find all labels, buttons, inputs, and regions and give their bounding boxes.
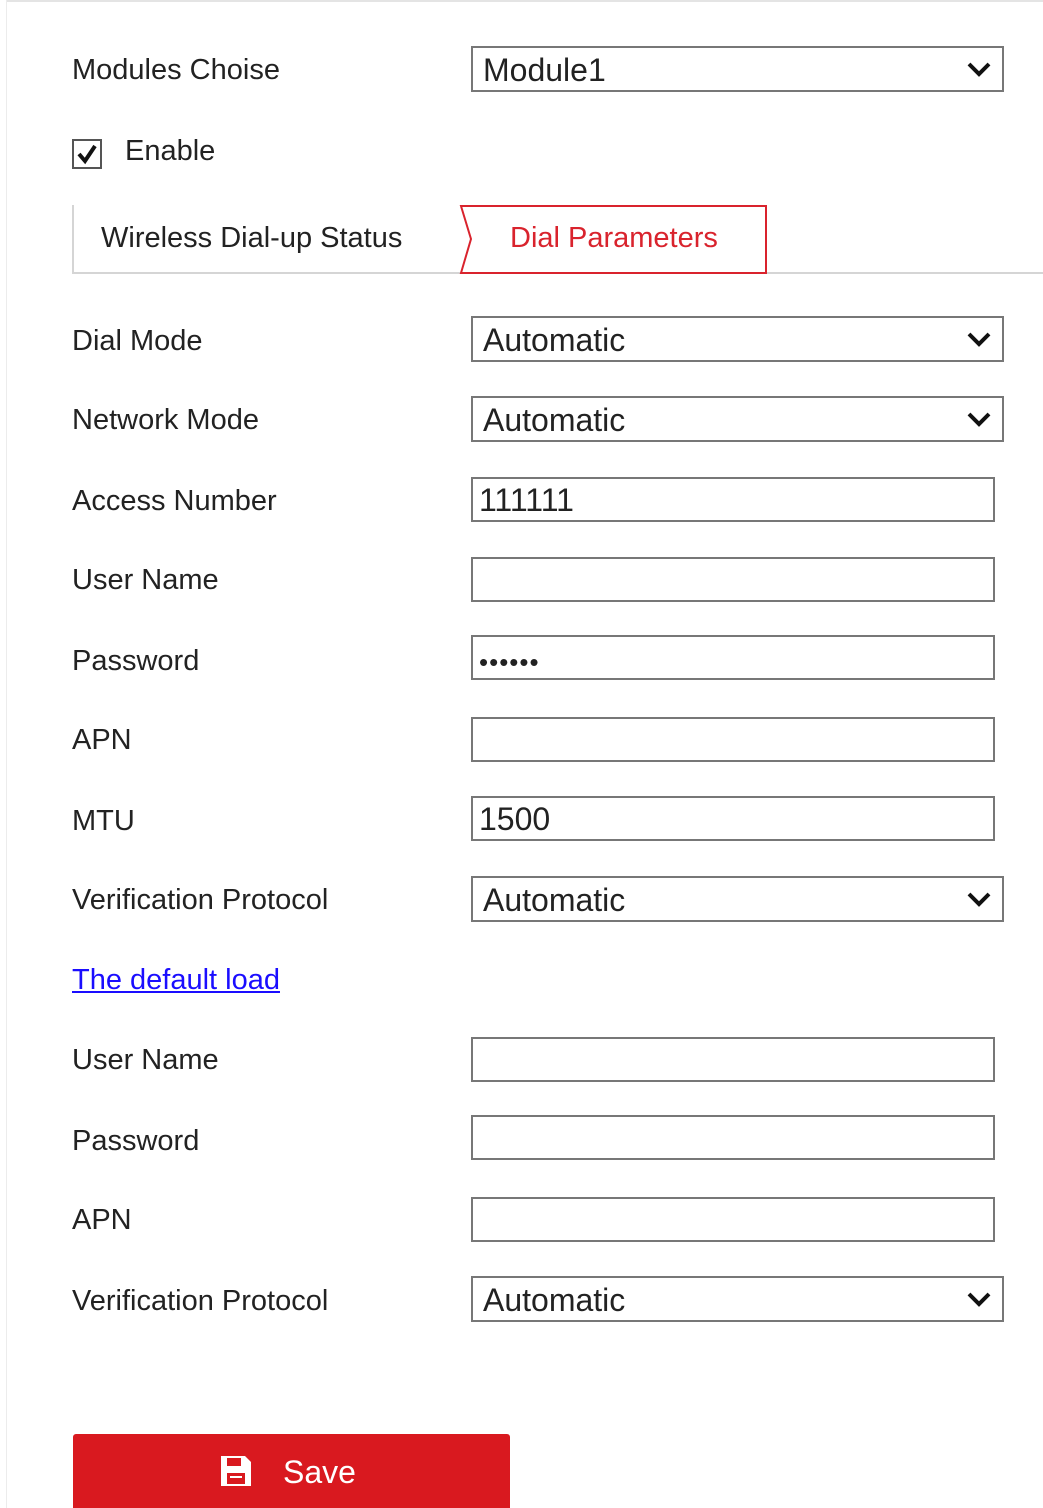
default-apn-input[interactable] — [471, 1197, 995, 1242]
default-user-name-label: User Name — [72, 1044, 219, 1076]
password-input[interactable]: •••••• — [471, 635, 995, 680]
dial-mode-select[interactable]: Automatic — [471, 316, 1004, 362]
verification-protocol-label: Verification Protocol — [72, 884, 329, 916]
mtu-input[interactable]: 1500 — [471, 796, 995, 841]
apn-input[interactable] — [471, 717, 995, 762]
save-button-label: Save — [283, 1454, 356, 1490]
default-user-name-input[interactable] — [471, 1037, 995, 1082]
tab-dial-parameters[interactable]: Dial Parameters — [458, 205, 768, 274]
password-label: Password — [72, 645, 200, 677]
floppy-disk-icon — [221, 1456, 251, 1486]
verification-protocol-value: Automatic — [483, 882, 626, 918]
access-number-label: Access Number — [72, 485, 277, 517]
modules-select[interactable]: Module1 — [471, 46, 1004, 92]
checkmark-icon — [77, 144, 97, 165]
apn-label: APN — [72, 724, 132, 756]
tab-bar: Wireless Dial-up Status Dial Parameters — [72, 205, 1043, 274]
tab-divider — [72, 205, 74, 274]
verification-protocol-select[interactable]: Automatic — [471, 876, 1004, 922]
default-verification-protocol-select[interactable]: Automatic — [471, 1276, 1004, 1322]
save-button[interactable]: Save — [73, 1434, 510, 1508]
network-mode-label: Network Mode — [72, 404, 259, 436]
user-name-label: User Name — [72, 564, 219, 596]
chevron-down-icon — [967, 62, 991, 77]
password-value: •••••• — [479, 647, 540, 677]
dial-mode-value: Automatic — [483, 322, 626, 358]
chevron-down-icon — [967, 892, 991, 907]
tab-wireless-dial-up-status[interactable]: Wireless Dial-up Status — [101, 221, 402, 255]
default-verification-protocol-label: Verification Protocol — [72, 1285, 329, 1317]
user-name-input[interactable] — [471, 557, 995, 602]
left-border — [6, 0, 7, 1508]
enable-label: Enable — [125, 135, 216, 167]
default-password-label: Password — [72, 1125, 200, 1157]
network-mode-value: Automatic — [483, 402, 626, 438]
network-mode-select[interactable]: Automatic — [471, 396, 1004, 442]
chevron-down-icon — [967, 412, 991, 427]
mtu-label: MTU — [72, 805, 135, 837]
default-apn-label: APN — [72, 1204, 132, 1236]
enable-checkbox[interactable] — [72, 139, 102, 169]
chevron-down-icon — [967, 1292, 991, 1307]
dial-mode-label: Dial Mode — [72, 325, 203, 357]
access-number-value: 111111 — [479, 482, 574, 518]
tab-dial-parameters-label: Dial Parameters — [510, 222, 718, 254]
access-number-input[interactable]: 111111 — [471, 477, 995, 522]
chevron-down-icon — [967, 332, 991, 347]
mtu-value: 1500 — [479, 801, 551, 837]
top-border — [6, 0, 1043, 2]
default-load-link[interactable]: The default load — [72, 963, 280, 997]
modules-choise-label: Modules Choise — [72, 54, 280, 86]
default-verification-protocol-value: Automatic — [483, 1282, 626, 1318]
default-password-input[interactable] — [471, 1115, 995, 1160]
modules-select-value: Module1 — [483, 52, 606, 88]
